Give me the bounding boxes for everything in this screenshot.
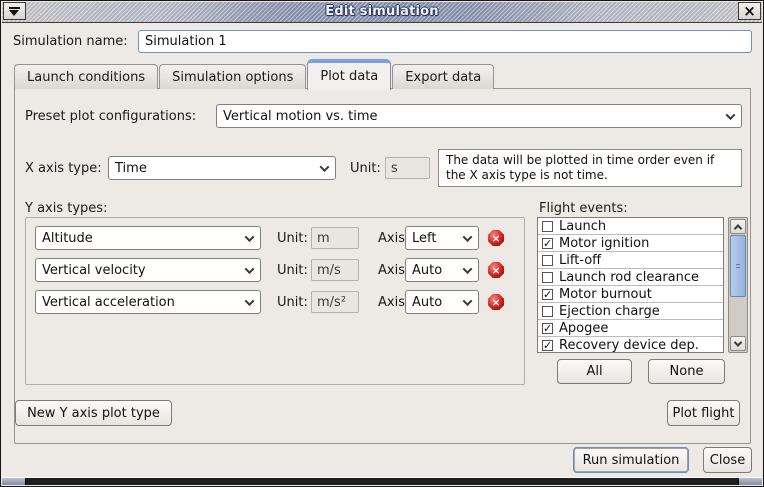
- list-item[interactable]: ✓ Recovery device dep.: [538, 337, 723, 353]
- y-axis-type-select-1[interactable]: Altitude: [35, 226, 261, 250]
- tab-plot-data[interactable]: Plot data: [307, 59, 391, 90]
- y-axis-side-select-3[interactable]: Auto: [405, 290, 479, 314]
- preset-config-select[interactable]: Vertical motion vs. time: [216, 104, 742, 128]
- x-axis-type-value: Time: [115, 161, 313, 176]
- y-unit-value-1: m: [311, 227, 359, 249]
- list-item[interactable]: ✓ Apogee: [538, 320, 723, 337]
- chevron-down-icon: [456, 259, 478, 281]
- simulation-name-label: Simulation name:: [13, 34, 128, 49]
- y-unit-label-1: Unit:: [277, 231, 308, 246]
- window-bottom-frame[interactable]: [2, 477, 762, 485]
- list-item[interactable]: Launch rod clearance: [538, 269, 723, 286]
- checkbox[interactable]: ✓: [542, 323, 553, 334]
- x-axis-type-select[interactable]: Time: [108, 156, 336, 180]
- tab-export-data[interactable]: Export data: [392, 64, 494, 89]
- chevron-down-icon: [313, 157, 335, 179]
- close-icon: ×: [743, 4, 756, 19]
- x-axis-unit-value: s: [385, 157, 430, 179]
- list-item[interactable]: Ejection charge: [538, 303, 723, 320]
- chevron-down-icon: [734, 338, 742, 346]
- checkbox[interactable]: [542, 221, 553, 232]
- tab-simulation-options[interactable]: Simulation options: [159, 64, 306, 89]
- flight-events-scrollbar[interactable]: [728, 217, 748, 353]
- titlebar[interactable]: Edit simulation: [2, 2, 762, 23]
- run-simulation-button[interactable]: Run simulation: [573, 447, 689, 473]
- list-item[interactable]: ✓ Motor burnout: [538, 286, 723, 303]
- plot-flight-button[interactable]: Plot flight: [667, 400, 740, 426]
- new-y-axis-plot-type-button[interactable]: New Y axis plot type: [15, 400, 172, 426]
- y-axis-type-select-2[interactable]: Vertical velocity: [35, 258, 261, 282]
- tab-bar: Launch conditions Simulation options Plo…: [14, 58, 495, 89]
- y-unit-label-2: Unit:: [277, 263, 308, 278]
- window-close-button[interactable]: ×: [738, 2, 761, 20]
- chevron-up-icon: [734, 224, 742, 232]
- resize-corner-right[interactable]: [738, 478, 762, 485]
- chevron-down-icon: [238, 291, 260, 313]
- flight-events-label: Flight events:: [539, 201, 628, 216]
- chevron-down-icon: [719, 105, 741, 127]
- resize-corner-left[interactable]: [2, 478, 26, 485]
- flight-events-list: Launch ✓ Motor ignition Lift-off Launch …: [537, 217, 724, 353]
- y-unit-value-3: m/s²: [311, 291, 359, 313]
- simulation-name-value: Simulation 1: [145, 34, 227, 49]
- window-title: Edit simulation: [2, 4, 762, 19]
- preset-config-label: Preset plot configurations:: [25, 109, 196, 124]
- chevron-down-icon: [238, 227, 260, 249]
- y-axis-type-select-3[interactable]: Vertical acceleration: [35, 290, 261, 314]
- scrollbar-thumb[interactable]: [730, 235, 746, 297]
- none-button[interactable]: None: [648, 359, 725, 384]
- list-item[interactable]: Launch: [538, 218, 723, 235]
- preset-config-value: Vertical motion vs. time: [223, 109, 719, 124]
- chevron-down-icon: [456, 227, 478, 249]
- time-order-note: The data will be plotted in time order e…: [438, 149, 742, 187]
- window-menu-icon: [9, 7, 20, 16]
- y-axis-side-select-2[interactable]: Auto: [405, 258, 479, 282]
- checkbox[interactable]: [542, 255, 553, 266]
- scroll-down-button[interactable]: [730, 336, 746, 351]
- checkbox[interactable]: [542, 272, 553, 283]
- edit-simulation-dialog: Edit simulation × Simulation name: Simul…: [0, 0, 764, 487]
- x-axis-type-label: X axis type:: [25, 161, 102, 176]
- simulation-name-input[interactable]: Simulation 1: [138, 30, 752, 53]
- checkbox[interactable]: ✓: [542, 289, 553, 300]
- checkbox[interactable]: ✓: [542, 340, 553, 351]
- checkbox[interactable]: [542, 306, 553, 317]
- window-menu-button[interactable]: [3, 2, 26, 20]
- y-axis-types-label: Y axis types:: [25, 201, 107, 216]
- scroll-up-button[interactable]: [730, 219, 746, 234]
- thumb-grip-icon: [736, 264, 740, 270]
- x-axis-unit-label: Unit:: [350, 161, 381, 176]
- close-button[interactable]: Close: [703, 447, 752, 473]
- list-item[interactable]: Lift-off: [538, 252, 723, 269]
- chevron-down-icon: [456, 291, 478, 313]
- checkbox[interactable]: ✓: [542, 238, 553, 249]
- tab-launch-conditions[interactable]: Launch conditions: [14, 64, 158, 89]
- chevron-down-icon: [238, 259, 260, 281]
- y-unit-value-2: m/s: [311, 259, 359, 281]
- list-item[interactable]: ✓ Motor ignition: [538, 235, 723, 252]
- y-axis-side-select-1[interactable]: Left: [405, 226, 479, 250]
- y-unit-label-3: Unit:: [277, 295, 308, 310]
- all-button[interactable]: All: [557, 359, 632, 384]
